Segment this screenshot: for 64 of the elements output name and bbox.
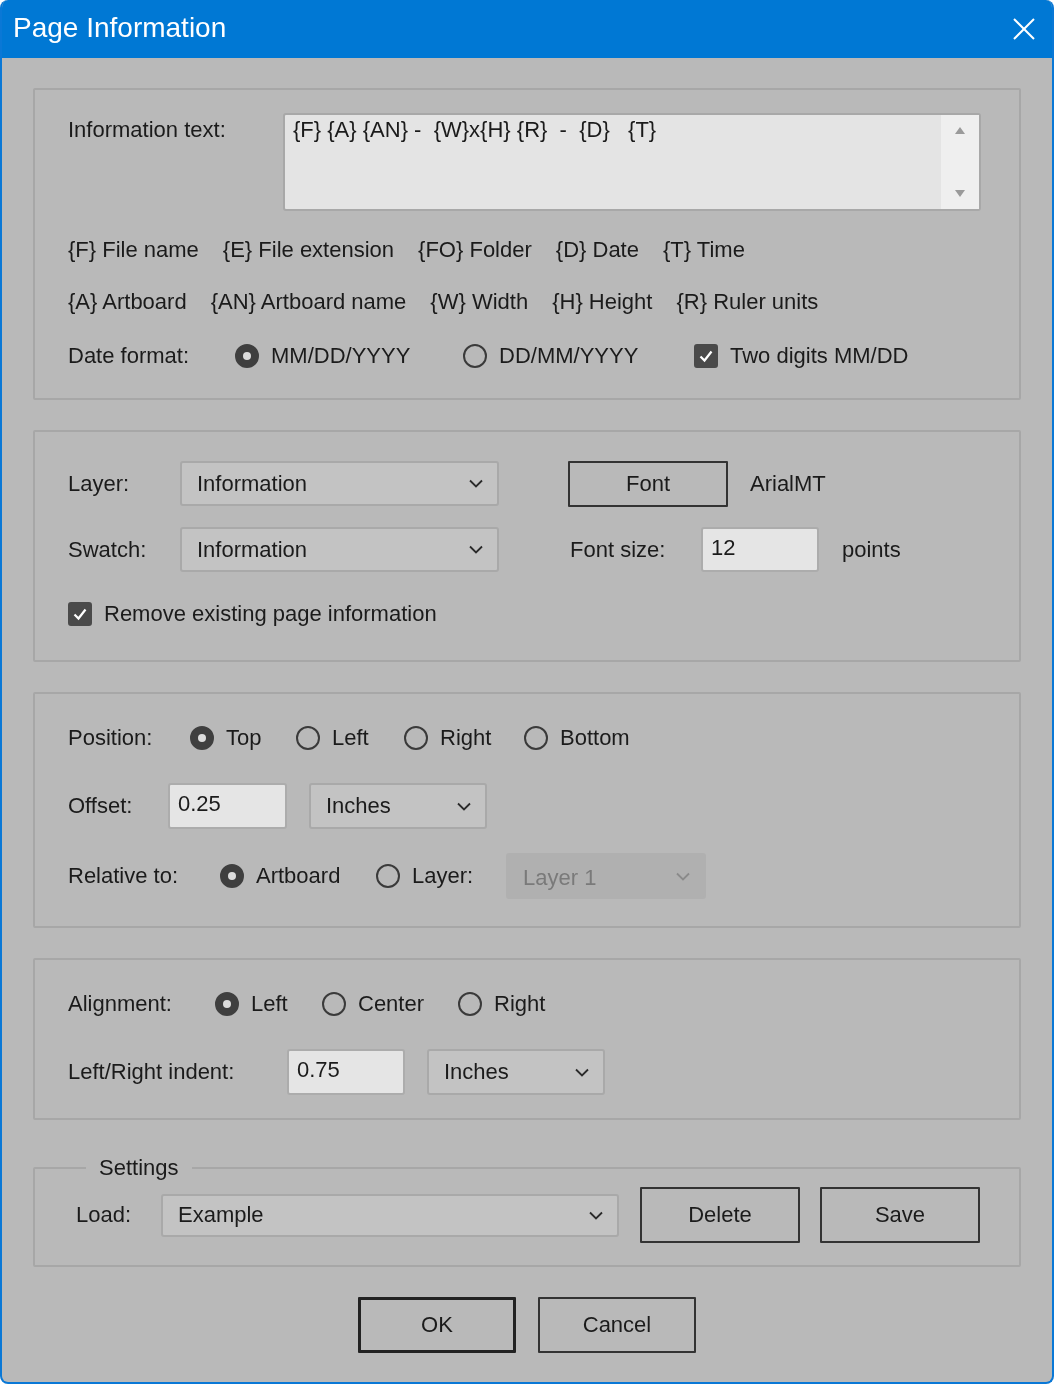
radio-button[interactable]: Artboard xyxy=(220,861,341,891)
placeholder-legend-text: {T} Time xyxy=(662,237,745,263)
save-button[interactable]: Save xyxy=(820,1187,980,1243)
field-label: Position: xyxy=(68,725,154,751)
radio-button[interactable]: Layer: xyxy=(376,861,474,891)
information-text-field[interactable]: {F} {A} {AN} - {W}x{H} {R} - {D} {T} xyxy=(283,113,981,211)
field-label: Font size: xyxy=(570,536,667,563)
check-icon xyxy=(72,606,88,622)
field-label: Load: xyxy=(76,1202,133,1228)
checkbox[interactable]: Remove existing page information xyxy=(68,599,437,629)
placeholder-legend-text: {W} Width xyxy=(430,289,529,315)
placeholder-legend-text: {R} Ruler units xyxy=(676,289,819,315)
dropdown[interactable]: Information xyxy=(180,527,499,572)
chevron-down-icon xyxy=(575,1067,589,1077)
radio-button[interactable]: Left xyxy=(296,723,369,753)
placeholder-legend-text: {D} Date xyxy=(555,237,639,263)
field-label: Layer: xyxy=(68,470,131,497)
placeholder-legend-text: {FO} Folder xyxy=(418,237,532,263)
scroll-down-icon[interactable] xyxy=(955,190,965,197)
field-label: Relative to: xyxy=(68,863,180,889)
dropdown[interactable]: Inches xyxy=(309,783,487,829)
font-name-text: ArialMT xyxy=(750,470,826,497)
placeholder-legend-text: {H} Height xyxy=(552,289,653,315)
field-label: Date format: xyxy=(68,343,191,369)
field-label: Left/Right indent: xyxy=(68,1059,236,1085)
close-icon xyxy=(1013,18,1035,40)
radio-button[interactable]: DD/MM/YYYY xyxy=(463,341,639,371)
field-label: Information text: xyxy=(68,116,227,143)
field-label: Swatch: xyxy=(68,536,148,563)
field-label: Offset: xyxy=(68,793,134,819)
delete-button[interactable]: Delete xyxy=(640,1187,800,1243)
placeholder-legend-text: {A} Artboard xyxy=(68,289,187,315)
chevron-down-icon xyxy=(589,1210,603,1220)
dropdown[interactable]: Inches xyxy=(427,1049,605,1095)
placeholder-legend-text: {AN} Artboard name xyxy=(210,289,407,315)
radio-button[interactable]: Right xyxy=(404,723,492,753)
unit-label: points xyxy=(842,536,901,563)
checkbox[interactable]: Two digits MM/DD xyxy=(694,341,909,371)
window-title: Page Information xyxy=(13,12,227,45)
placeholder-legend-text: {F} File name xyxy=(68,237,199,263)
radio-button[interactable]: Bottom xyxy=(524,723,630,753)
font-button[interactable]: Font xyxy=(568,460,728,507)
radio-button[interactable]: Center xyxy=(322,989,425,1019)
field-label: Alignment: xyxy=(68,991,173,1017)
chevron-down-icon xyxy=(676,871,690,881)
scrollbar[interactable] xyxy=(941,115,979,209)
placeholder-legend-text: {E} File extension xyxy=(222,237,395,263)
radio-button[interactable]: MM/DD/YYYY xyxy=(235,341,411,371)
check-icon xyxy=(698,348,714,364)
radio-button[interactable]: Top xyxy=(190,723,262,753)
dropdown[interactable]: Example xyxy=(161,1193,619,1237)
radio-button[interactable]: Left xyxy=(215,989,288,1019)
radio-button[interactable]: Right xyxy=(458,989,546,1019)
dropdown[interactable]: Information xyxy=(180,461,499,506)
chevron-down-icon xyxy=(457,801,471,811)
group-title: Settings xyxy=(98,1155,180,1181)
scroll-up-icon[interactable] xyxy=(955,127,965,134)
cancel-button[interactable]: Cancel xyxy=(538,1297,696,1353)
text-field[interactable]: 0.75 xyxy=(287,1049,405,1095)
text-field[interactable]: 12 xyxy=(701,527,819,572)
text-field[interactable]: 0.25 xyxy=(168,783,287,829)
ok-button[interactable]: OK xyxy=(358,1297,516,1353)
chevron-down-icon xyxy=(469,545,483,554)
chevron-down-icon xyxy=(469,479,483,488)
